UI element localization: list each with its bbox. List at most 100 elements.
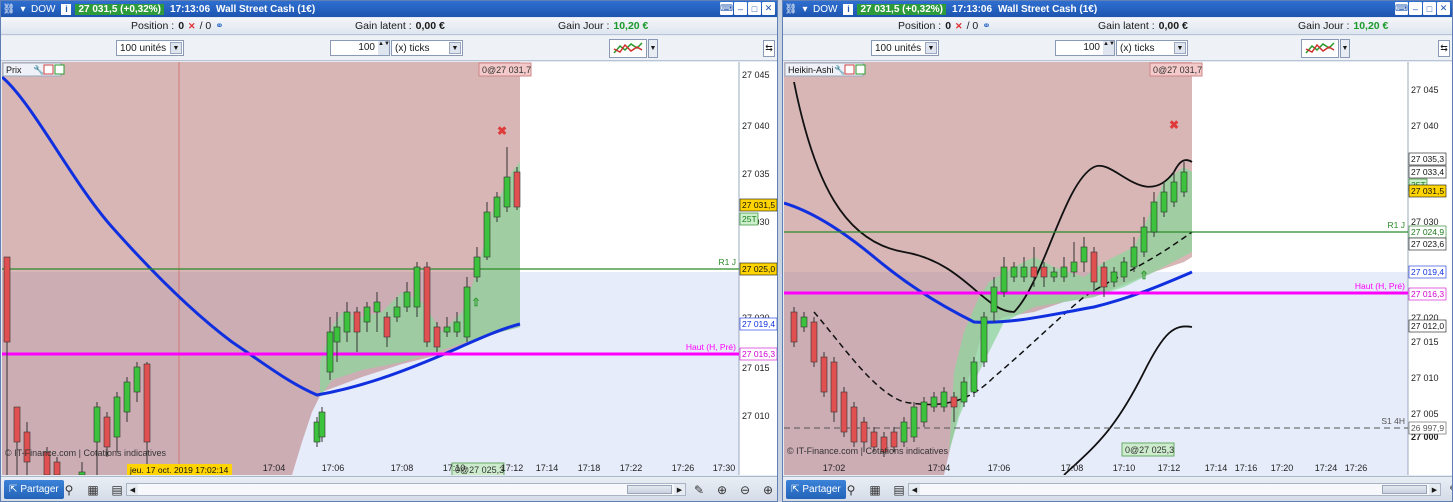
stepper-arrows-icon[interactable]: ▲▼: [1103, 41, 1115, 55]
candle[interactable]: [423, 262, 431, 347]
svg-text:26 997,9: 26 997,9: [1411, 423, 1444, 433]
cross-marker-icon[interactable]: ✖: [1169, 118, 1179, 132]
chevron-down-icon[interactable]: ▾: [799, 3, 811, 15]
chevron-down-icon[interactable]: ▼: [648, 39, 658, 58]
wrench-icon[interactable]: 🔧: [834, 64, 845, 75]
chevron-down-icon[interactable]: ▼: [925, 42, 937, 54]
candle[interactable]: [970, 357, 978, 397]
instrument-symbol[interactable]: DOW: [813, 4, 837, 15]
units-select[interactable]: 100 unités ▼: [116, 40, 184, 56]
price-chart[interactable]: ✖⇧Prix 🔧 0@27 031,70@27 025,3© IT-Finance.…: [2, 62, 778, 475]
chevron-down-icon[interactable]: ▾: [17, 3, 29, 15]
candle[interactable]: [513, 167, 521, 210]
add-indicator-icon[interactable]: [54, 64, 65, 75]
keyboard-icon[interactable]: ⌨: [720, 2, 733, 15]
time-scrollbar[interactable]: ◀ ▶: [126, 483, 686, 496]
scroll-left-icon[interactable]: ◀: [909, 484, 920, 495]
add-indicator-icon[interactable]: [855, 64, 866, 75]
wrench-icon[interactable]: 🔧: [33, 64, 44, 75]
top-order-tag[interactable]: 0@27 031,7: [478, 62, 532, 77]
chart-type-button[interactable]: [1301, 39, 1339, 58]
top-order-tag[interactable]: 0@27 031,7: [1149, 62, 1203, 77]
bottom-order-tag[interactable]: 0@27 025,3: [1121, 442, 1175, 457]
close-indicator-icon[interactable]: [844, 64, 855, 75]
minimize-icon[interactable]: –: [1409, 2, 1422, 15]
day-gain-label: Gain Jour :: [558, 20, 610, 32]
candle[interactable]: [790, 307, 798, 347]
chart-label[interactable]: Prix 🔧: [2, 62, 65, 77]
zoom-in-icon[interactable]: ⊕: [760, 481, 776, 498]
keyboard-icon[interactable]: ⌨: [1395, 2, 1408, 15]
binoculars-icon[interactable]: ⚲: [61, 481, 77, 498]
scroll-thumb[interactable]: [627, 485, 672, 494]
side-panel-icon[interactable]: ⇆: [763, 40, 775, 57]
candle[interactable]: [463, 277, 471, 342]
calculator-icon[interactable]: ▦: [85, 481, 101, 498]
time-scrollbar[interactable]: ◀ ▶: [908, 483, 1441, 496]
chevron-down-icon[interactable]: ▼: [1340, 39, 1350, 58]
table-icon[interactable]: ▤: [109, 481, 125, 498]
instrument-name: Wall Street Cash (1€): [998, 3, 1098, 15]
link-icon[interactable]: ⚭: [982, 21, 990, 32]
instrument-symbol[interactable]: DOW: [31, 4, 55, 15]
ticks-stepper[interactable]: 100 ▲▼: [1055, 40, 1115, 56]
table-icon[interactable]: ▤: [891, 481, 907, 498]
price-chart[interactable]: ✖ ⇧ Heikin-Ashi 🔧 0@27 031,7 0@27 025,3 © IT-F…: [784, 62, 1453, 475]
title-bar[interactable]: ⛓ ▾ DOW i 27 031,5 (+0,32%) 17:13:06 Wall Stre…: [1, 1, 777, 17]
ticks-select[interactable]: (x) ticks ▼: [1116, 40, 1188, 56]
chevron-down-icon[interactable]: ▼: [449, 42, 461, 54]
close-position-icon[interactable]: ✕: [188, 21, 196, 32]
maximize-icon[interactable]: □: [748, 2, 761, 15]
chevron-down-icon[interactable]: ▼: [1174, 42, 1186, 54]
calculator-icon[interactable]: ▦: [867, 481, 883, 498]
scroll-right-icon[interactable]: ▶: [1429, 484, 1440, 495]
ticks-select[interactable]: (x) ticks ▼: [391, 40, 463, 56]
chevron-down-icon[interactable]: ▼: [170, 42, 182, 54]
info-icon[interactable]: i: [843, 3, 854, 15]
close-icon[interactable]: ✕: [762, 2, 775, 15]
buy-arrow-icon[interactable]: ⇧: [1139, 270, 1148, 282]
candle[interactable]: [840, 387, 848, 437]
candle[interactable]: [830, 357, 838, 422]
link-icon[interactable]: ⚭: [215, 21, 223, 32]
scroll-thumb[interactable]: [1382, 485, 1427, 494]
ticks-stepper[interactable]: 100 ▲▼: [330, 40, 390, 56]
price-badge-last: 27 031,5: [739, 198, 777, 212]
chart-label[interactable]: Heikin-Ashi 🔧: [784, 62, 866, 77]
title-bar[interactable]: ⛓ ▾ DOW i 27 031,5 (+0,32%) 17:13:06 Wall Stre…: [783, 1, 1452, 17]
zoom-out-icon[interactable]: ⊖: [737, 481, 753, 498]
watermark-text: © IT-Finance.com | Cotations indicatives: [787, 446, 949, 456]
units-select[interactable]: 100 unités ▼: [871, 40, 939, 56]
share-button[interactable]: ⇱ Partager: [786, 480, 846, 499]
chart-type-button[interactable]: [609, 39, 647, 58]
candle[interactable]: [980, 312, 988, 367]
candle[interactable]: [910, 402, 918, 442]
stepper-arrows-icon[interactable]: ▲▼: [378, 41, 390, 55]
scroll-left-icon[interactable]: ◀: [127, 484, 138, 495]
draw-tool-icon[interactable]: ✎: [1446, 481, 1452, 498]
close-position-icon[interactable]: ✕: [955, 21, 963, 32]
maximize-icon[interactable]: □: [1423, 2, 1436, 15]
close-icon[interactable]: ✕: [1437, 2, 1450, 15]
chain-link-icon[interactable]: ⛓: [785, 3, 798, 15]
share-button[interactable]: ⇱ Partager: [4, 480, 64, 499]
info-icon[interactable]: i: [61, 3, 72, 15]
candle[interactable]: [810, 317, 818, 367]
ticks-stepper-value: 100: [358, 42, 375, 53]
draw-tool-icon[interactable]: ✎: [691, 481, 707, 498]
candle[interactable]: [820, 352, 828, 397]
buy-arrow-icon[interactable]: ⇧: [471, 297, 480, 309]
r1-label: R1 J: [1388, 220, 1405, 230]
side-panel-icon[interactable]: ⇆: [1438, 40, 1450, 57]
price-badge-haut: 27 016,3: [1408, 287, 1447, 301]
zoom-fit-icon[interactable]: ⊕: [714, 481, 730, 498]
close-indicator-icon[interactable]: [43, 64, 54, 75]
candle[interactable]: [318, 407, 326, 442]
minimize-icon[interactable]: –: [734, 2, 747, 15]
scroll-right-icon[interactable]: ▶: [674, 484, 685, 495]
cross-marker-icon[interactable]: ✖: [497, 124, 507, 138]
binoculars-icon[interactable]: ⚲: [843, 481, 859, 498]
candle[interactable]: [850, 402, 858, 447]
chain-link-icon[interactable]: ⛓: [3, 3, 16, 15]
window-controls: ⌨ – □ ✕: [1395, 2, 1450, 15]
